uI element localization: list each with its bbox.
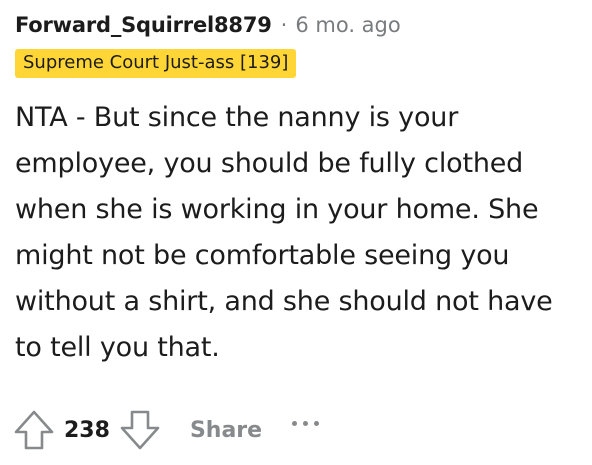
comment-body: NTA - But since the nanny is your employ… bbox=[15, 95, 580, 371]
more-dot bbox=[303, 420, 309, 426]
comment-body-text: NTA - But since the nanny is your employ… bbox=[15, 102, 553, 363]
more-dot bbox=[314, 420, 320, 426]
vote-score: 238 bbox=[64, 417, 110, 443]
comment: Forward_Squirrel8879 · 6 mo. ago Supreme… bbox=[15, 10, 585, 371]
more-horizontal-icon[interactable] bbox=[292, 420, 320, 426]
comment-age[interactable]: 6 mo. ago bbox=[295, 13, 400, 37]
arrow-up-icon[interactable] bbox=[12, 408, 56, 452]
comment-meta: Forward_Squirrel8879 · 6 mo. ago bbox=[15, 10, 585, 40]
meta-separator: · bbox=[280, 13, 288, 37]
share-button[interactable]: Share bbox=[190, 418, 262, 443]
comment-actions: 238 Share bbox=[12, 405, 320, 455]
author-username[interactable]: Forward_Squirrel8879 bbox=[15, 13, 272, 37]
more-dot bbox=[292, 420, 298, 426]
arrow-down-icon[interactable] bbox=[118, 408, 162, 452]
user-flair: Supreme Court Just-ass [139] bbox=[15, 49, 297, 78]
